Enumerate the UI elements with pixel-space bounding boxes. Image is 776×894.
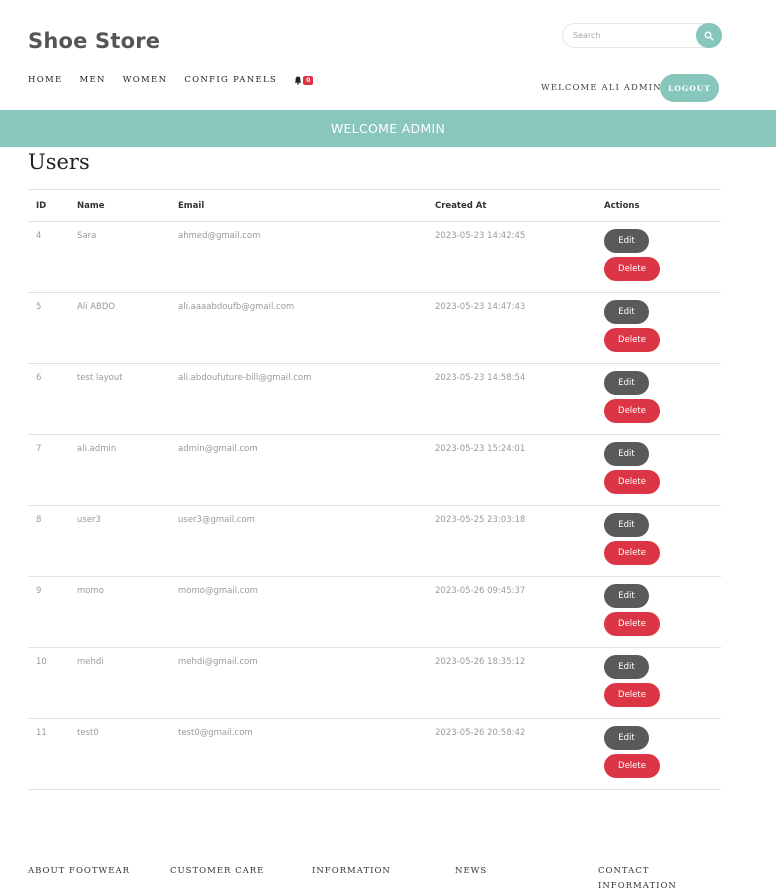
users-table: ID Name Email Created At Actions 4 Sara … <box>28 189 721 790</box>
user-id: 8 <box>28 505 69 577</box>
row-actions: Edit Delete <box>596 505 721 577</box>
edit-button[interactable]: Edit <box>604 726 649 750</box>
welcome-banner: WELCOME ADMIN <box>0 110 776 147</box>
footer-information[interactable]: INFORMATION <box>312 864 391 879</box>
user-email: admin@gmail.com <box>170 434 427 506</box>
footer-news[interactable]: NEWS <box>455 864 487 879</box>
main-nav: HOME MEN WOMEN CONFIG PANELS 0 <box>28 75 314 85</box>
delete-button[interactable]: Delete <box>604 541 660 565</box>
delete-button[interactable]: Delete <box>604 683 660 707</box>
table-row: 5 Ali ABDO ali.aaaabdoufb@gmail.com 2023… <box>28 292 721 364</box>
column-header-id: ID <box>28 189 69 222</box>
edit-button[interactable]: Edit <box>604 442 649 466</box>
row-actions: Edit Delete <box>596 718 721 790</box>
user-created-at: 2023-05-26 18:35:12 <box>427 647 596 719</box>
delete-button[interactable]: Delete <box>604 399 660 423</box>
nav-home[interactable]: HOME <box>28 75 63 85</box>
search-box <box>562 23 722 48</box>
search-input[interactable] <box>563 24 699 47</box>
header: Shoe Store HOME MEN WOMEN CONFIG PANELS … <box>0 0 776 110</box>
row-actions: Edit Delete <box>596 647 721 719</box>
row-actions: Edit Delete <box>596 434 721 506</box>
footer-customer-care[interactable]: CUSTOMER CARE <box>170 864 264 879</box>
column-header-actions: Actions <box>596 189 721 222</box>
user-id: 9 <box>28 576 69 648</box>
edit-button[interactable]: Edit <box>604 229 649 253</box>
user-name: Ali ABDO <box>69 292 170 364</box>
edit-button[interactable]: Edit <box>604 371 649 395</box>
user-created-at: 2023-05-26 20:58:42 <box>427 718 596 790</box>
column-header-email: Email <box>170 189 427 222</box>
search-button[interactable] <box>696 23 722 48</box>
edit-button[interactable]: Edit <box>604 655 649 679</box>
table-row: 9 momo momo@gmail.com 2023-05-26 09:45:3… <box>28 576 721 648</box>
logout-button[interactable]: LOGOUT <box>660 74 719 102</box>
search-icon <box>704 31 714 41</box>
notification-count-badge: 0 <box>303 75 314 85</box>
user-email: mehdi@gmail.com <box>170 647 427 719</box>
user-created-at: 2023-05-23 14:47:43 <box>427 292 596 364</box>
page-title: Users <box>28 150 90 174</box>
row-actions: Edit Delete <box>596 221 721 293</box>
table-header-row: ID Name Email Created At Actions <box>28 189 721 222</box>
user-name: test layout <box>69 363 170 435</box>
user-created-at: 2023-05-26 09:45:37 <box>427 576 596 648</box>
user-email: ahmed@gmail.com <box>170 221 427 293</box>
footer-about-footwear[interactable]: ABOUT FOOTWEAR <box>28 864 130 879</box>
user-name: mehdi <box>69 647 170 719</box>
nav-men[interactable]: MEN <box>80 75 106 85</box>
row-actions: Edit Delete <box>596 292 721 364</box>
user-id: 5 <box>28 292 69 364</box>
row-actions: Edit Delete <box>596 576 721 648</box>
table-row: 6 test layout ali.abdoufuture-bill@gmail… <box>28 363 721 435</box>
user-name: momo <box>69 576 170 648</box>
delete-button[interactable]: Delete <box>604 257 660 281</box>
user-email: ali.aaaabdoufb@gmail.com <box>170 292 427 364</box>
user-email: momo@gmail.com <box>170 576 427 648</box>
table-row: 10 mehdi mehdi@gmail.com 2023-05-26 18:3… <box>28 647 721 719</box>
delete-button[interactable]: Delete <box>604 470 660 494</box>
delete-button[interactable]: Delete <box>604 612 660 636</box>
brand-logo[interactable]: Shoe Store <box>28 29 160 53</box>
user-id: 10 <box>28 647 69 719</box>
edit-button[interactable]: Edit <box>604 300 649 324</box>
column-header-name: Name <box>69 189 170 222</box>
user-created-at: 2023-05-25 23:03:18 <box>427 505 596 577</box>
user-name: Sara <box>69 221 170 293</box>
user-email: user3@gmail.com <box>170 505 427 577</box>
row-actions: Edit Delete <box>596 363 721 435</box>
nav-women[interactable]: WOMEN <box>123 75 168 85</box>
user-created-at: 2023-05-23 14:42:45 <box>427 221 596 293</box>
user-id: 7 <box>28 434 69 506</box>
footer-contact-information[interactable]: CONTACT INFORMATION <box>598 864 678 894</box>
user-name: ali.admin <box>69 434 170 506</box>
user-email: ali.abdoufuture-bill@gmail.com <box>170 363 427 435</box>
bell-icon <box>294 76 302 85</box>
table-row: 4 Sara ahmed@gmail.com 2023-05-23 14:42:… <box>28 221 721 293</box>
table-row: 7 ali.admin admin@gmail.com 2023-05-23 1… <box>28 434 721 506</box>
user-id: 6 <box>28 363 69 435</box>
welcome-user-text: WELCOME ALI ADMIN <box>541 83 662 93</box>
edit-button[interactable]: Edit <box>604 513 649 537</box>
table-row: 8 user3 user3@gmail.com 2023-05-25 23:03… <box>28 505 721 577</box>
edit-button[interactable]: Edit <box>604 584 649 608</box>
user-name: test0 <box>69 718 170 790</box>
table-row: 11 test0 test0@gmail.com 2023-05-26 20:5… <box>28 718 721 790</box>
user-email: test0@gmail.com <box>170 718 427 790</box>
delete-button[interactable]: Delete <box>604 754 660 778</box>
user-created-at: 2023-05-23 15:24:01 <box>427 434 596 506</box>
user-name: user3 <box>69 505 170 577</box>
column-header-created-at: Created At <box>427 189 596 222</box>
user-created-at: 2023-05-23 14:58:54 <box>427 363 596 435</box>
delete-button[interactable]: Delete <box>604 328 660 352</box>
user-id: 4 <box>28 221 69 293</box>
nav-config-panels[interactable]: CONFIG PANELS <box>184 75 277 85</box>
notifications-button[interactable]: 0 <box>294 75 314 85</box>
user-id: 11 <box>28 718 69 790</box>
